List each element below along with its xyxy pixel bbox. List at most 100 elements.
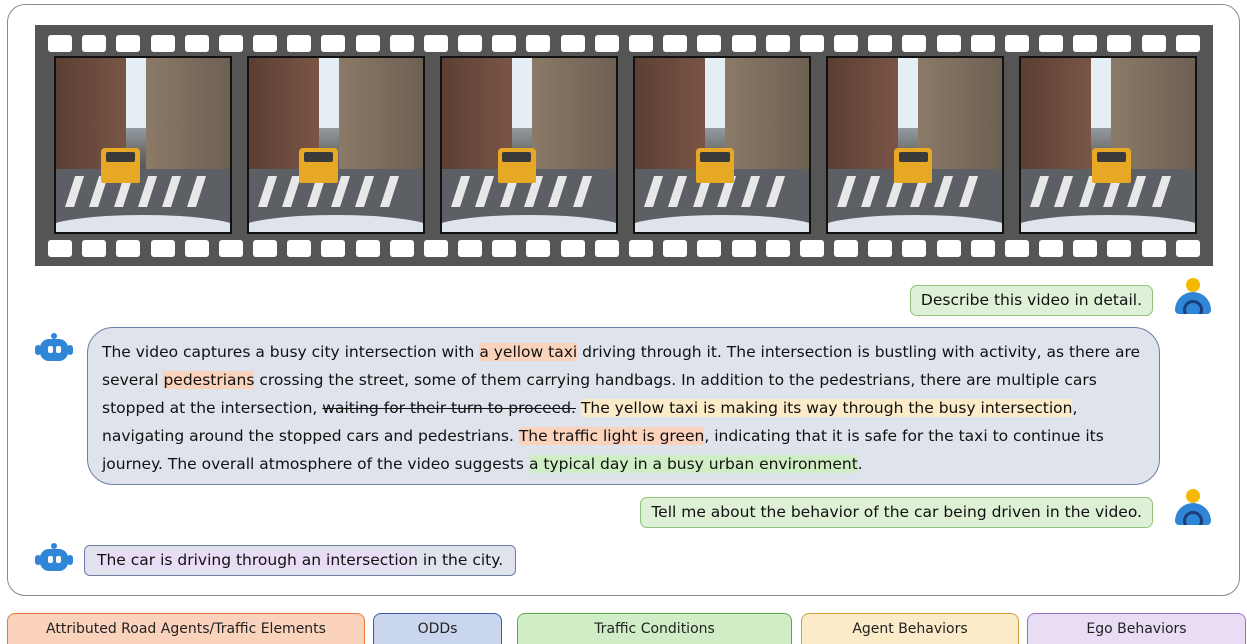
- film-hole: [936, 35, 961, 52]
- film-sprocket-holes-bottom: [35, 240, 1213, 257]
- film-hole: [936, 240, 961, 257]
- film-hole: [1004, 240, 1029, 257]
- film-hole: [82, 35, 107, 52]
- highlight-traffic-condition: a typical day in a busy urban environmen…: [528, 455, 858, 473]
- film-hole: [799, 240, 824, 257]
- answer-text: in the city.: [418, 551, 504, 569]
- film-hole: [389, 35, 414, 52]
- film-hole: [765, 240, 790, 257]
- film-hole: [560, 35, 585, 52]
- film-hole: [48, 35, 73, 52]
- assistant-answer-2: The car is driving through an intersecti…: [84, 545, 517, 576]
- robot-icon: [34, 543, 74, 573]
- highlight-traffic-element: The traffic light is green: [518, 427, 705, 445]
- highlight-road-agent: a yellow taxi: [479, 343, 578, 361]
- film-hole: [355, 240, 380, 257]
- film-hole: [389, 240, 414, 257]
- film-hole: [423, 35, 448, 52]
- film-hole: [560, 240, 585, 257]
- film-sprocket-holes-top: [35, 35, 1213, 52]
- highlight-road-agent: pedestrians: [163, 371, 255, 389]
- film-hole: [799, 35, 824, 52]
- film-hole: [287, 35, 312, 52]
- film-hole: [253, 35, 278, 52]
- film-hole: [697, 240, 722, 257]
- film-hole: [834, 240, 859, 257]
- film-hole: [458, 240, 483, 257]
- film-hole: [868, 240, 893, 257]
- film-hole: [1175, 35, 1200, 52]
- film-hole: [492, 240, 517, 257]
- film-hole: [423, 240, 448, 257]
- film-hole: [150, 35, 175, 52]
- film-hole: [629, 35, 653, 52]
- film-hole: [868, 35, 893, 52]
- film-hole: [663, 240, 688, 257]
- highlight-ego-behavior: The car is driving through an intersecti…: [97, 551, 418, 569]
- legend-item: ODDs: [373, 613, 502, 644]
- legend-item: Agent Behaviors: [801, 613, 1019, 644]
- video-frame: [440, 56, 618, 234]
- film-hole: [1141, 35, 1166, 52]
- user-question-2: Tell me about the behavior of the car be…: [640, 497, 1153, 528]
- film-hole: [731, 240, 756, 257]
- user-avatar-icon: [1173, 278, 1213, 318]
- film-hole: [834, 35, 859, 52]
- film-hole: [48, 240, 73, 257]
- struck-text: waiting for their turn to proceed.: [322, 399, 576, 417]
- film-hole: [116, 240, 141, 257]
- video-filmstrip: [35, 25, 1213, 266]
- film-hole: [1073, 240, 1098, 257]
- robot-icon: [34, 333, 74, 363]
- film-hole: [1039, 35, 1064, 52]
- video-frame: [1019, 56, 1197, 234]
- answer-text: The video captures a busy city intersect…: [102, 343, 480, 361]
- film-hole: [253, 240, 278, 257]
- film-hole: [970, 240, 995, 257]
- film-hole: [218, 240, 243, 257]
- film-hole: [1073, 35, 1098, 52]
- film-hole: [1141, 240, 1166, 257]
- film-hole: [321, 35, 346, 52]
- user-avatar-icon: [1173, 489, 1213, 529]
- film-hole: [765, 35, 790, 52]
- film-hole: [526, 240, 551, 257]
- film-hole: [731, 35, 756, 52]
- film-hole: [594, 240, 619, 257]
- legend-item: Traffic Conditions: [517, 613, 792, 644]
- legend-item: Ego Behaviors: [1027, 613, 1246, 644]
- video-frame: [633, 56, 811, 234]
- film-hole: [594, 35, 619, 52]
- film-hole: [1004, 35, 1029, 52]
- video-frame: [247, 56, 425, 234]
- highlight-agent-behavior: The yellow taxi is making its way throug…: [580, 399, 1073, 417]
- film-hole: [458, 35, 483, 52]
- film-hole: [1107, 240, 1132, 257]
- film-hole: [184, 35, 209, 52]
- film-hole: [492, 35, 517, 52]
- film-hole: [970, 35, 995, 52]
- legend-item: Attributed Road Agents/Traffic Elements: [7, 613, 365, 644]
- film-hole: [116, 35, 141, 52]
- video-frame: [826, 56, 1004, 234]
- film-hole: [629, 240, 653, 257]
- film-hole: [184, 240, 209, 257]
- film-hole: [321, 240, 346, 257]
- film-hole: [82, 240, 107, 257]
- film-hole: [902, 35, 927, 52]
- film-hole: [218, 35, 243, 52]
- film-hole: [697, 35, 722, 52]
- film-hole: [355, 35, 380, 52]
- user-question-1: Describe this video in detail.: [909, 285, 1153, 316]
- film-hole: [287, 240, 312, 257]
- film-hole: [1175, 240, 1200, 257]
- film-hole: [1107, 35, 1132, 52]
- film-hole: [663, 35, 688, 52]
- film-hole: [150, 240, 175, 257]
- assistant-answer-1: The video captures a busy city intersect…: [87, 327, 1160, 485]
- film-hole: [902, 240, 927, 257]
- film-hole: [1039, 240, 1064, 257]
- video-frame: [54, 56, 232, 234]
- film-hole: [526, 35, 551, 52]
- answer-text: .: [857, 455, 863, 473]
